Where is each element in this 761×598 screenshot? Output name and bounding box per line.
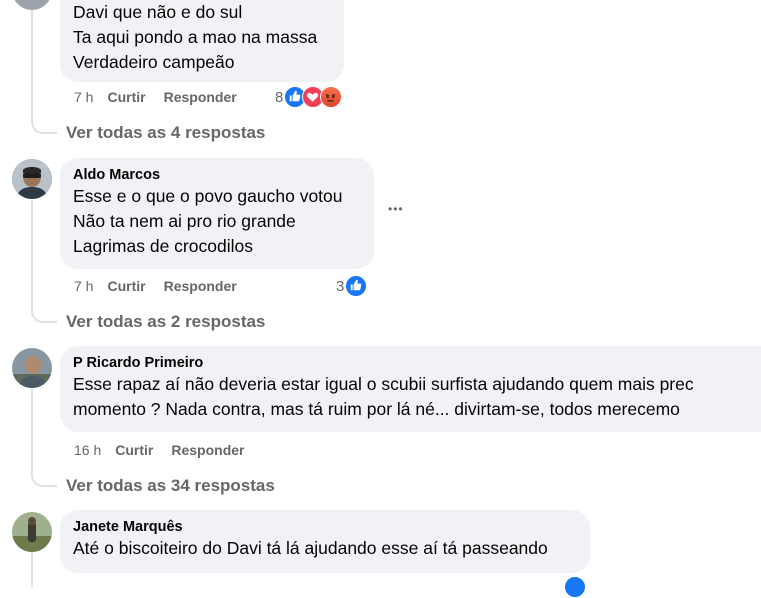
angry-icon — [320, 86, 343, 108]
comment-text-line: Não ta nem ai pro rio grande — [73, 211, 296, 231]
thread-line — [31, 388, 33, 477]
comment-time[interactable]: 16 h — [74, 442, 101, 458]
view-replies-link[interactable]: Ver todas as 34 respostas — [66, 476, 275, 496]
thread-curve — [31, 307, 57, 323]
comment-text-line: Verdadeiro campeão — [73, 52, 235, 72]
reaction-count: 3 — [336, 277, 345, 295]
thread-curve — [31, 471, 57, 487]
thread-curve — [31, 118, 57, 134]
comment-text-line: Esse e o que o povo gaucho votou — [73, 186, 343, 206]
like-button[interactable]: Curtir — [115, 442, 153, 458]
comment-time[interactable]: 7 h — [74, 89, 93, 105]
avatar[interactable] — [12, 0, 52, 10]
like-button[interactable]: Curtir — [107, 278, 145, 294]
like-icon[interactable] — [564, 576, 586, 598]
comment-text-line: momento ? Nada contra, mas tá ruim por l… — [73, 399, 680, 419]
comment-text-line: Ta aqui pondo a mao na massa — [73, 27, 318, 47]
avatar[interactable] — [12, 348, 52, 388]
comment-author[interactable]: Janete Marquês — [73, 518, 578, 536]
comment-time[interactable]: 7 h — [74, 278, 93, 294]
reply-button[interactable]: Responder — [164, 89, 237, 105]
comment-bubble: Davi que não e do sul Ta aqui pondo a ma… — [60, 0, 344, 82]
view-replies-link[interactable]: Ver todas as 4 respostas — [66, 123, 265, 143]
comment-author[interactable]: P Ricardo Primeiro — [73, 354, 749, 372]
comment-text-line: Lagrimas de crocodilos — [73, 236, 253, 256]
comment-actions: 7 h Curtir Responder — [74, 87, 237, 107]
reaction-count: 8 — [275, 88, 284, 106]
like-icon — [345, 275, 368, 297]
comment-text-line: Esse rapaz aí não deveria estar igual o … — [73, 374, 694, 394]
reaction-summary[interactable]: 3 — [336, 275, 368, 297]
more-options-icon[interactable]: ••• — [388, 202, 404, 216]
comment-bubble: P Ricardo Primeiro Esse rapaz aí não dev… — [60, 346, 761, 432]
reply-button[interactable]: Responder — [171, 442, 244, 458]
thread-line — [31, 0, 33, 124]
reply-button[interactable]: Responder — [164, 278, 237, 294]
comment-actions: 16 h Curtir Responder — [74, 440, 245, 460]
like-button[interactable]: Curtir — [107, 89, 145, 105]
avatar[interactable] — [12, 159, 52, 199]
comment-bubble: Janete Marquês Até o biscoiteiro do Davi… — [60, 510, 590, 573]
reaction-summary[interactable]: 8 — [275, 86, 343, 108]
view-replies-link[interactable]: Ver todas as 2 respostas — [66, 312, 265, 332]
comment-text-line: Até o biscoiteiro do Davi tá lá ajudando… — [73, 538, 548, 558]
comment-author[interactable]: Aldo Marcos — [73, 166, 362, 184]
avatar[interactable] — [12, 512, 52, 552]
thread-line — [31, 200, 33, 313]
comment-bubble: Aldo Marcos Esse e o que o povo gaucho v… — [60, 158, 374, 269]
comment-text-line: Davi que não e do sul — [73, 2, 243, 22]
comment-actions: 7 h Curtir Responder — [74, 276, 237, 296]
thread-line — [31, 552, 33, 587]
